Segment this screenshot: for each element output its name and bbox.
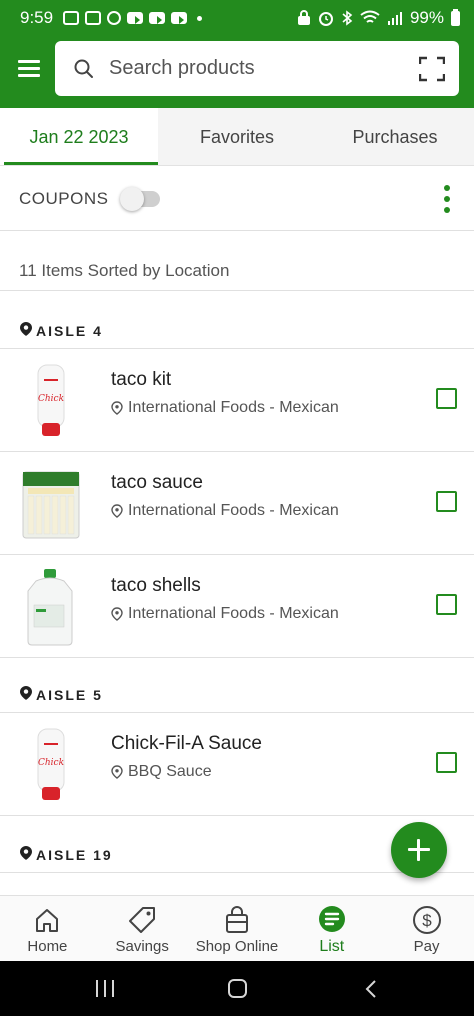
nav-savings[interactable]: Savings: [95, 896, 190, 961]
tab-purchases[interactable]: Purchases: [316, 108, 474, 165]
search-bar[interactable]: [55, 41, 459, 96]
scan-icon[interactable]: [419, 56, 445, 82]
status-bar: 9:59 99%: [0, 0, 474, 36]
nav-label: Shop Online: [195, 938, 279, 955]
app-screen: 9:59 99% Jan 22: [0, 0, 474, 1016]
add-item-button[interactable]: [391, 822, 447, 878]
location-pin-icon: [20, 322, 32, 336]
item-checkbox[interactable]: [436, 594, 457, 615]
list-item[interactable]: Chick taco kit International Foods - Mex…: [0, 349, 474, 452]
instagram-icon: [63, 11, 80, 25]
dollar-icon: $: [412, 906, 441, 934]
aisle-label: AISLE 19: [36, 847, 113, 863]
list-item[interactable]: Chick Chick-Fil-A Sauce BBQ Sauce: [0, 713, 474, 816]
bottom-nav: Home Savings Shop Online List $ Pay: [0, 895, 474, 961]
sauce-bottle-image: Chick: [37, 364, 65, 436]
battery-icon: [451, 8, 460, 26]
item-location: International Foods - Mexican: [111, 399, 339, 417]
item-location-text: International Foods - Mexican: [128, 399, 339, 416]
item-name: taco sauce: [111, 472, 203, 493]
item-checkbox[interactable]: [436, 752, 457, 773]
app-header: [0, 36, 474, 108]
list-item[interactable]: taco shells International Foods - Mexica…: [0, 555, 474, 658]
aisle-header: AISLE 5: [0, 656, 474, 713]
coupons-label: COUPONS: [19, 188, 109, 208]
home-button-icon[interactable]: [228, 979, 247, 998]
item-checkbox[interactable]: [436, 388, 457, 409]
cheese-pack-image: [22, 471, 80, 539]
nav-label: Savings: [115, 938, 169, 955]
svg-text:Chick: Chick: [38, 758, 64, 768]
search-input[interactable]: [109, 57, 389, 80]
item-location-text: International Foods - Mexican: [128, 502, 339, 519]
item-name: taco kit: [111, 369, 172, 390]
nav-label: Home: [27, 938, 68, 955]
nav-label: Pay: [413, 938, 440, 955]
recents-icon[interactable]: [96, 980, 114, 997]
aisle-label: AISLE 4: [36, 323, 103, 339]
location-outline-icon: [111, 765, 123, 779]
milk-jug-image: [27, 569, 73, 646]
location-outline-icon: [111, 401, 123, 415]
tab-jan-22-2023[interactable]: Jan 22 2023: [0, 108, 158, 165]
location-pin-icon: [20, 846, 32, 860]
items-sorted-label: 11 Items Sorted by Location: [19, 261, 230, 280]
instagram-icon-2: [85, 11, 102, 25]
alarm-icon: [318, 12, 333, 26]
item-location-text: International Foods - Mexican: [128, 605, 339, 622]
shopping-bag-icon: [225, 906, 248, 933]
location-pin-icon: [20, 686, 32, 700]
item-name: Chick-Fil-A Sauce: [111, 733, 262, 754]
threads-icon: [107, 11, 122, 25]
nav-home[interactable]: Home: [0, 896, 95, 961]
location-outline-icon: [111, 504, 123, 518]
nav-pay[interactable]: $ Pay: [379, 896, 474, 961]
youtube-icon-2: [149, 12, 166, 24]
tag-icon: [129, 907, 156, 933]
bluetooth-icon: [342, 10, 353, 26]
nav-label: List: [319, 938, 345, 955]
list-icon: [318, 906, 345, 932]
menu-icon[interactable]: [18, 60, 40, 78]
nav-shop-online[interactable]: Shop Online: [190, 896, 285, 961]
home-icon: [36, 909, 59, 932]
more-options-icon[interactable]: [444, 185, 450, 213]
youtube-icon-3: [171, 12, 188, 24]
item-location: International Foods - Mexican: [111, 605, 339, 623]
aisle-label: AISLE 5: [36, 687, 103, 703]
tab-favorites[interactable]: Favorites: [158, 108, 316, 165]
back-icon[interactable]: [364, 980, 378, 998]
aisle-header: AISLE 4: [0, 292, 474, 349]
system-nav-bar: [0, 961, 474, 1016]
lock-icon: [297, 10, 310, 25]
location-outline-icon: [111, 607, 123, 621]
battery-percent: 99%: [409, 8, 444, 27]
youtube-icon: [127, 12, 144, 24]
item-location: International Foods - Mexican: [111, 502, 339, 520]
nav-list[interactable]: List: [284, 896, 379, 961]
list-summary: 11 Items Sorted by Location: [0, 232, 474, 291]
svg-text:Chick: Chick: [38, 394, 64, 404]
item-name: taco shells: [111, 575, 201, 596]
item-location-text: BBQ Sauce: [128, 763, 212, 780]
item-location: BBQ Sauce: [111, 763, 212, 781]
list-tabs: Jan 22 2023 Favorites Purchases: [0, 108, 474, 166]
list-item[interactable]: taco sauce International Foods - Mexican: [0, 452, 474, 555]
signal-icon: [387, 12, 402, 25]
item-checkbox[interactable]: [436, 491, 457, 512]
wifi-icon: [360, 10, 380, 23]
svg-text:$: $: [422, 911, 432, 930]
sauce-bottle-image: Chick: [37, 728, 65, 800]
more-notifications-icon: [197, 15, 203, 21]
coupons-toggle[interactable]: [120, 186, 161, 211]
coupons-row: COUPONS: [0, 167, 474, 231]
search-icon: [74, 59, 93, 78]
status-time: 9:59: [20, 8, 54, 27]
